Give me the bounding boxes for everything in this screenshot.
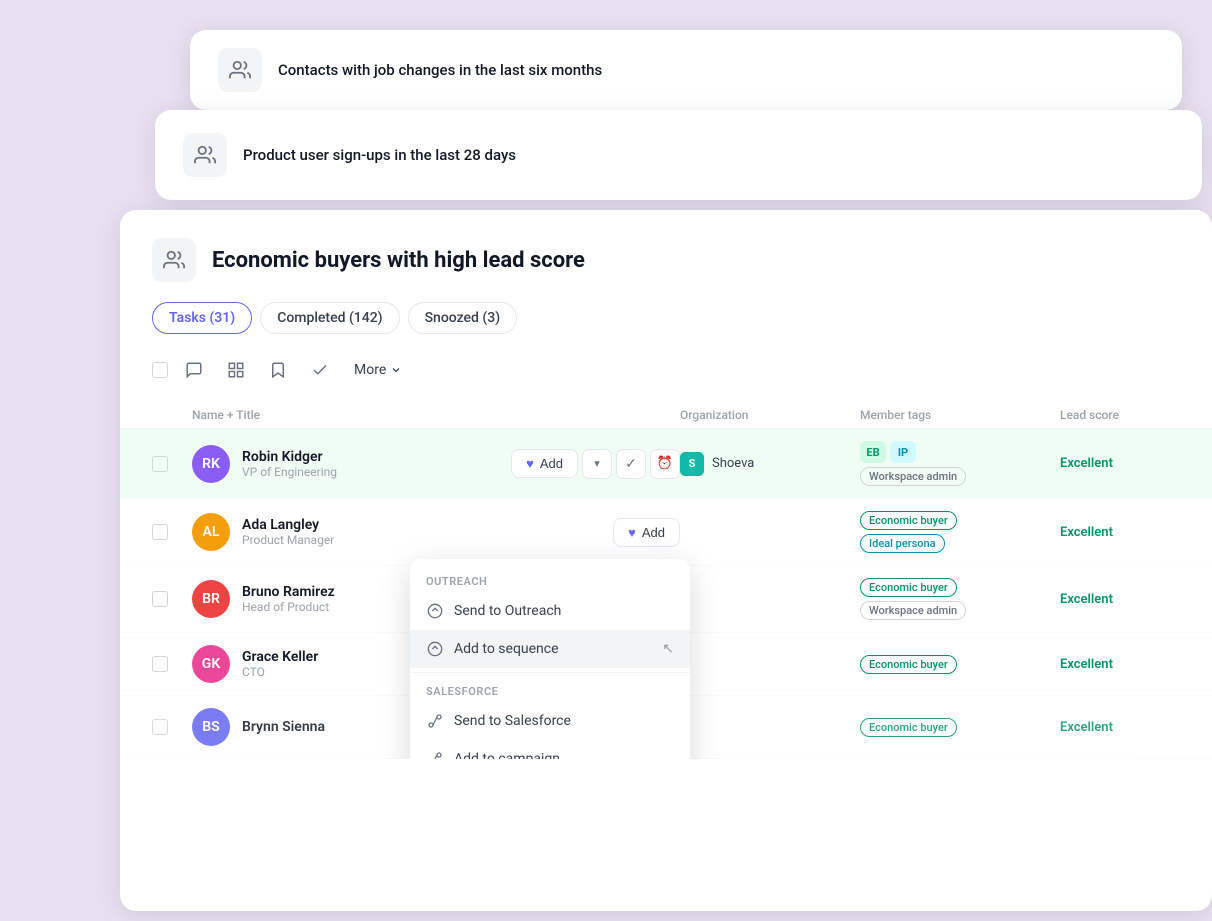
avatar-4: GK [192,645,230,683]
dropdown-section-outreach: OUTREACH [410,567,690,592]
tag-ecbuyer-2: Economic buyer [860,511,957,530]
sequence-icon [426,640,444,658]
dropdown-send-to-outreach[interactable]: Send to Outreach [410,592,690,630]
contact-name-2: Ada Langley [242,517,601,533]
dropdown-add-to-campaign[interactable]: Add to campaign [410,740,690,759]
contact-title-2: Product Manager [242,533,601,547]
check-btn-1[interactable]: ✓ [616,449,646,479]
row-checkbox-1[interactable] [152,456,168,472]
main-title: Economic buyers with high lead score [212,248,585,273]
campaign-icon [426,750,444,759]
main-card-icon [152,238,196,282]
contact-info-1: Robin Kidger VP of Engineering [242,449,499,479]
org-cell-1: S Shoeva [680,452,860,476]
toolbar-grid-icon[interactable] [220,354,252,386]
card-back-1: Product user sign-ups in the last 28 day… [155,110,1202,200]
tag-wsadmin-1: Workspace admin [860,467,966,486]
tag-ecbuyer-3: Economic buyer [860,578,957,597]
row-checkbox-5[interactable] [152,719,168,735]
tags-cell-4: Economic buyer [860,655,1060,674]
col-organization: Organization [680,408,860,422]
contacts-icon [218,48,262,92]
card-back-2-title: Contacts with job changes in the last si… [278,61,602,79]
lead-score-2: Excellent [1060,525,1180,540]
tags-cell-1: EB IP Workspace admin [860,441,1060,486]
contact-cell-2: AL Ada Langley Product Manager ♥ Add [192,513,680,551]
row-checkbox-3[interactable] [152,591,168,607]
lead-score-1: Excellent [1060,456,1180,471]
tag-wsadmin-3: Workspace admin [860,601,966,620]
contact-title-1: VP of Engineering [242,465,499,479]
lead-score-4: Excellent [1060,657,1180,672]
more-button[interactable]: More [346,358,410,382]
org-name-1: Shoeva [712,456,754,471]
add-button-1[interactable]: ♥ Add [511,449,578,478]
add-chevron-1[interactable]: ▾ [582,449,612,479]
signups-icon [183,133,227,177]
col-name-title: Name + Title [192,408,680,422]
tags-cell-3: Economic buyer Workspace admin [860,578,1060,620]
dropdown-divider-1 [410,672,690,673]
main-header: Economic buyers with high lead score [120,210,1212,282]
col-member-tags: Member tags [860,408,1060,422]
tab-snoozed[interactable]: Snoozed (3) [408,302,518,334]
select-all-checkbox[interactable] [152,362,168,378]
toolbar-message-icon[interactable] [178,354,210,386]
table-rows: RK Robin Kidger VP of Engineering ♥ Add … [120,429,1212,759]
tab-completed[interactable]: Completed (142) [260,302,399,334]
add-button-2[interactable]: ♥ Add [613,518,680,547]
org-logo-1: S [680,452,704,476]
table-row: AL Ada Langley Product Manager ♥ Add [120,499,1212,566]
tab-tasks[interactable]: Tasks (31) [152,302,252,334]
dropdown-menu: OUTREACH Send to Outreach [410,559,690,759]
toolbar-bookmark-icon[interactable] [262,354,294,386]
alarm-btn-1[interactable]: ⏰ [650,449,680,479]
contact-cell-1: RK Robin Kidger VP of Engineering ♥ Add … [192,445,680,483]
tab-bar: Tasks (31) Completed (142) Snoozed (3) [120,302,1212,334]
toolbar: More [120,354,1212,386]
tag-ecbuyer-4: Economic buyer [860,655,957,674]
avatar-2: AL [192,513,230,551]
tag-idealpersona-2: Ideal persona [860,534,945,553]
main-card: Economic buyers with high lead score Tas… [120,210,1212,911]
row-checkbox-2[interactable] [152,524,168,540]
table-header: Name + Title Organization Member tags Le… [120,402,1212,429]
dropdown-section-salesforce: SALESFORCE [410,677,690,702]
action-buttons-2: ♥ Add [613,518,680,547]
row-checkbox-4[interactable] [152,656,168,672]
lead-score-3: Excellent [1060,592,1180,607]
tags-cell-2: Economic buyer Ideal persona [860,511,1060,553]
tag-ecbuyer-5: Economic buyer [860,718,957,737]
dropdown-add-to-sequence[interactable]: Add to sequence ↖ [410,630,690,668]
avatar-5: BS [192,708,230,746]
salesforce-icon [426,712,444,730]
outreach-icon [426,602,444,620]
card-back-2: Contacts with job changes in the last si… [190,30,1182,110]
col-lead-score: Lead score [1060,408,1180,422]
avatar-3: BR [192,580,230,618]
toolbar-check-icon[interactable] [304,354,336,386]
lead-score-5: Excellent [1060,720,1180,735]
table-row: RK Robin Kidger VP of Engineering ♥ Add … [120,429,1212,499]
tags-cell-5: Economic buyer [860,718,1060,737]
card-back-1-title: Product user sign-ups in the last 28 day… [243,146,516,164]
contact-name-1: Robin Kidger [242,449,499,465]
contact-info-2: Ada Langley Product Manager [242,517,601,547]
dropdown-send-to-salesforce[interactable]: Send to Salesforce [410,702,690,740]
tag-eb-1: EB [860,441,886,463]
avatar-1: RK [192,445,230,483]
tag-ip-1: IP [890,441,916,463]
action-buttons-1: ♥ Add ▾ ✓ ⏰ [511,449,680,479]
